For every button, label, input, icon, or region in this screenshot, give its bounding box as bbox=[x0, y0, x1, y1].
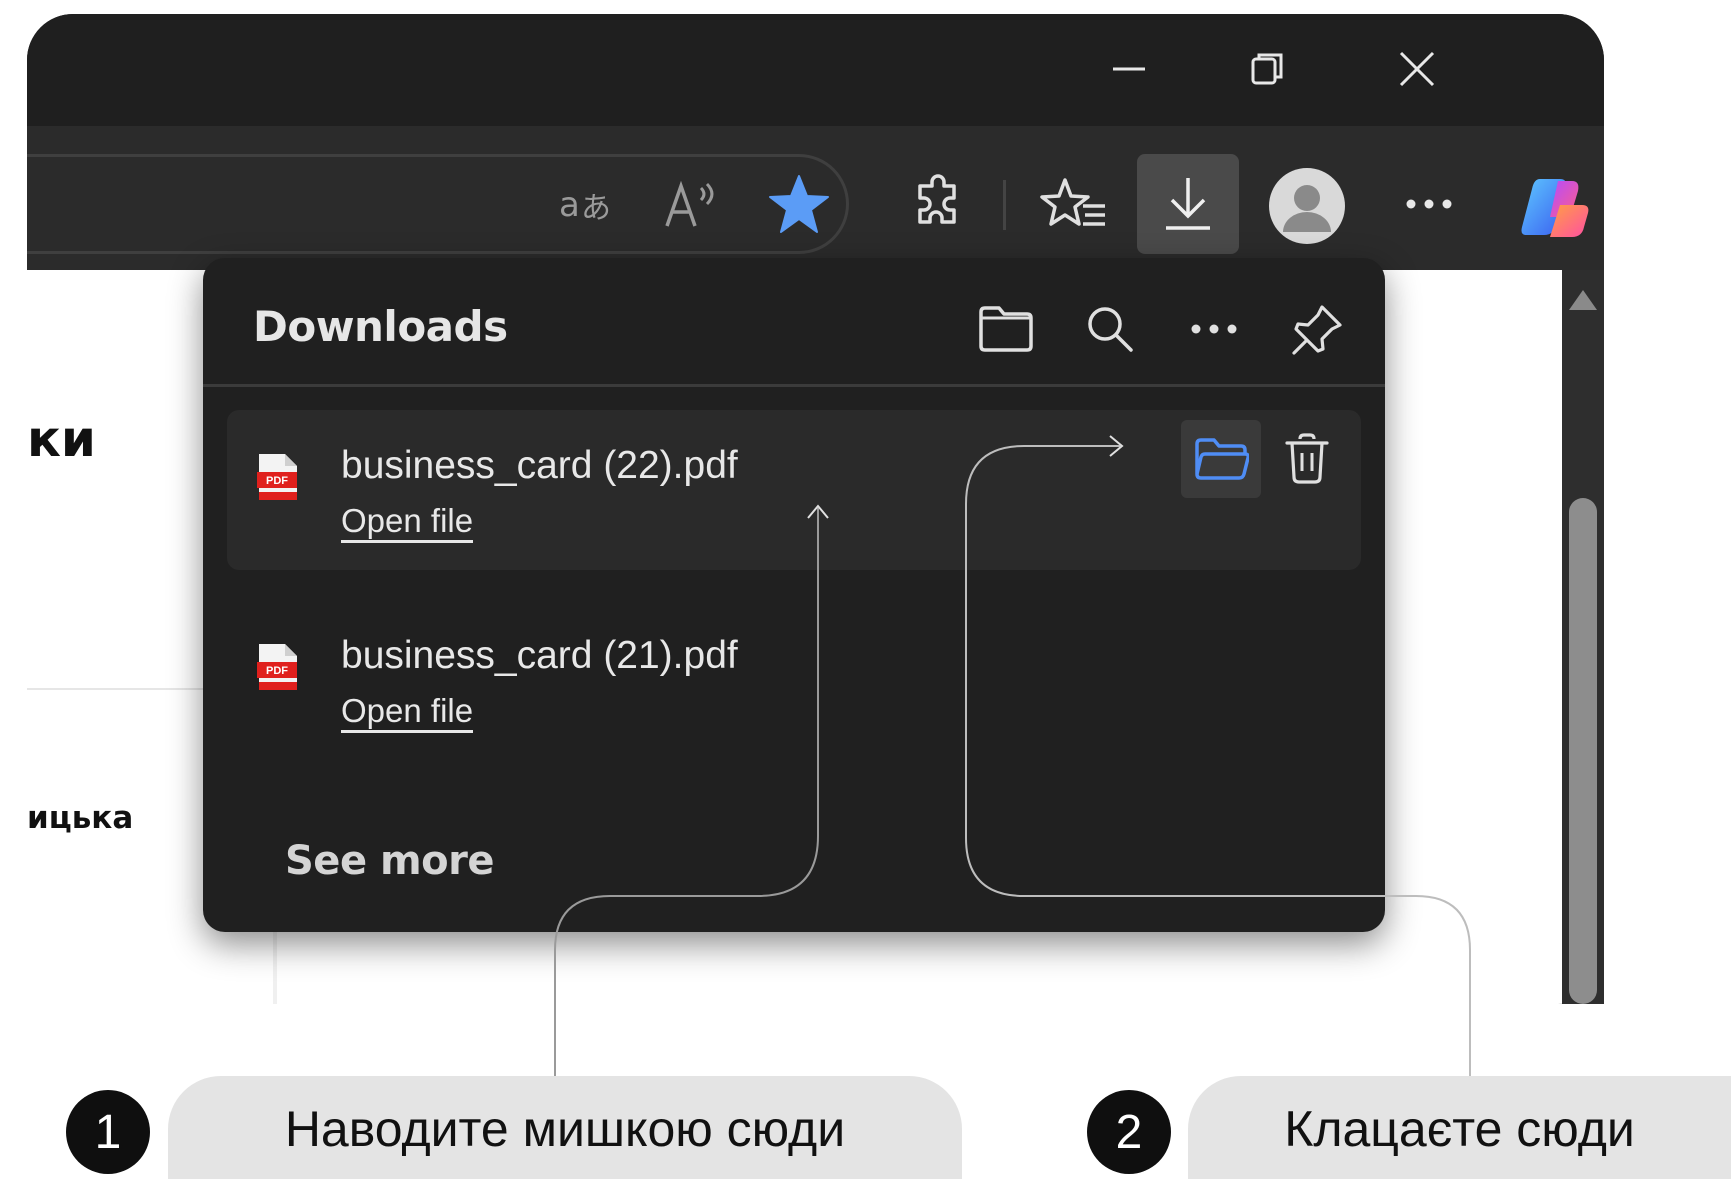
close-button[interactable] bbox=[1387, 44, 1447, 94]
copilot-button[interactable] bbox=[1511, 162, 1601, 252]
show-in-folder-button[interactable] bbox=[1181, 420, 1261, 498]
close-icon bbox=[1399, 51, 1435, 87]
step-label: Клацаєте сюди bbox=[1188, 1076, 1731, 1179]
step-label: Наводите мишкою сюди bbox=[168, 1076, 962, 1179]
scroll-up-arrow-icon[interactable] bbox=[1569, 290, 1597, 310]
extensions-button[interactable] bbox=[907, 172, 973, 236]
pdf-icon: PDF bbox=[257, 454, 297, 500]
download-file-name: business_card (21).pdf bbox=[341, 634, 738, 677]
svg-text:a: a bbox=[559, 185, 580, 225]
page-heading: ки bbox=[27, 410, 96, 468]
delete-icon bbox=[1285, 433, 1329, 484]
minimize-button[interactable] bbox=[1099, 44, 1159, 94]
read-aloud-icon bbox=[665, 180, 714, 227]
download-icon bbox=[1166, 178, 1210, 230]
svg-text:PDF: PDF bbox=[266, 665, 288, 677]
address-bar[interactable] bbox=[27, 154, 849, 254]
toolbar-divider bbox=[1003, 180, 1006, 230]
svg-text:あ: あ bbox=[581, 191, 611, 226]
scrollbar-thumb[interactable] bbox=[1569, 498, 1597, 1004]
downloads-button[interactable] bbox=[1137, 154, 1239, 254]
favorite-star-button[interactable] bbox=[763, 170, 835, 238]
translate-button[interactable]: a あ bbox=[557, 176, 623, 232]
search-downloads-button[interactable] bbox=[1077, 296, 1143, 362]
step-number: 2 bbox=[1087, 1090, 1171, 1174]
search-icon bbox=[1088, 307, 1133, 352]
see-more-link[interactable]: See more bbox=[285, 838, 495, 884]
extensions-icon bbox=[918, 174, 956, 224]
page-subtext: ицька bbox=[27, 800, 134, 836]
more-icon bbox=[1191, 324, 1237, 334]
downloads-flyout: Downloads PDF business_card (22).pdf Ope… bbox=[203, 258, 1385, 932]
stage: a あ ки ицька Downloads PDF business_card… bbox=[0, 0, 1731, 1179]
show-in-folder-icon bbox=[1195, 438, 1249, 480]
translate-icon: a あ bbox=[559, 185, 611, 226]
avatar bbox=[1269, 168, 1345, 244]
svg-text:PDF: PDF bbox=[266, 475, 288, 487]
download-file-name: business_card (22).pdf bbox=[341, 444, 738, 487]
profile-button[interactable] bbox=[1267, 166, 1347, 246]
title-bar bbox=[27, 14, 1604, 126]
open-downloads-folder-button[interactable] bbox=[973, 296, 1039, 362]
scrollbar[interactable] bbox=[1562, 270, 1604, 1004]
copilot-icon bbox=[1521, 179, 1589, 237]
more-icon bbox=[1406, 199, 1452, 209]
pin-downloads-button[interactable] bbox=[1285, 296, 1351, 362]
downloads-title: Downloads bbox=[253, 302, 508, 351]
folder-icon bbox=[979, 306, 1033, 352]
open-file-link[interactable]: Open file bbox=[341, 502, 474, 543]
restore-button[interactable] bbox=[1237, 44, 1297, 94]
step-number: 1 bbox=[66, 1090, 150, 1174]
read-aloud-button[interactable] bbox=[661, 174, 725, 234]
more-button[interactable] bbox=[1399, 182, 1459, 226]
delete-button[interactable] bbox=[1269, 420, 1345, 498]
open-file-link[interactable]: Open file bbox=[341, 692, 474, 733]
downloads-more-button[interactable] bbox=[1181, 296, 1247, 362]
download-item[interactable]: PDF business_card (21).pdf Open file bbox=[227, 600, 1361, 760]
star-filled-icon bbox=[769, 175, 829, 233]
favorites-button[interactable] bbox=[1037, 172, 1111, 236]
minimize-icon bbox=[1113, 67, 1145, 71]
download-item[interactable]: PDF business_card (22).pdf Open file bbox=[227, 410, 1361, 570]
favorites-icon bbox=[1040, 178, 1105, 226]
restore-icon bbox=[1251, 53, 1283, 85]
browser-window: a あ ки ицька Downloads PDF business_card… bbox=[27, 14, 1604, 1004]
pdf-icon: PDF bbox=[257, 644, 297, 690]
flyout-divider bbox=[203, 384, 1385, 387]
pin-icon bbox=[1292, 305, 1342, 355]
toolbar: a あ bbox=[27, 126, 1604, 270]
